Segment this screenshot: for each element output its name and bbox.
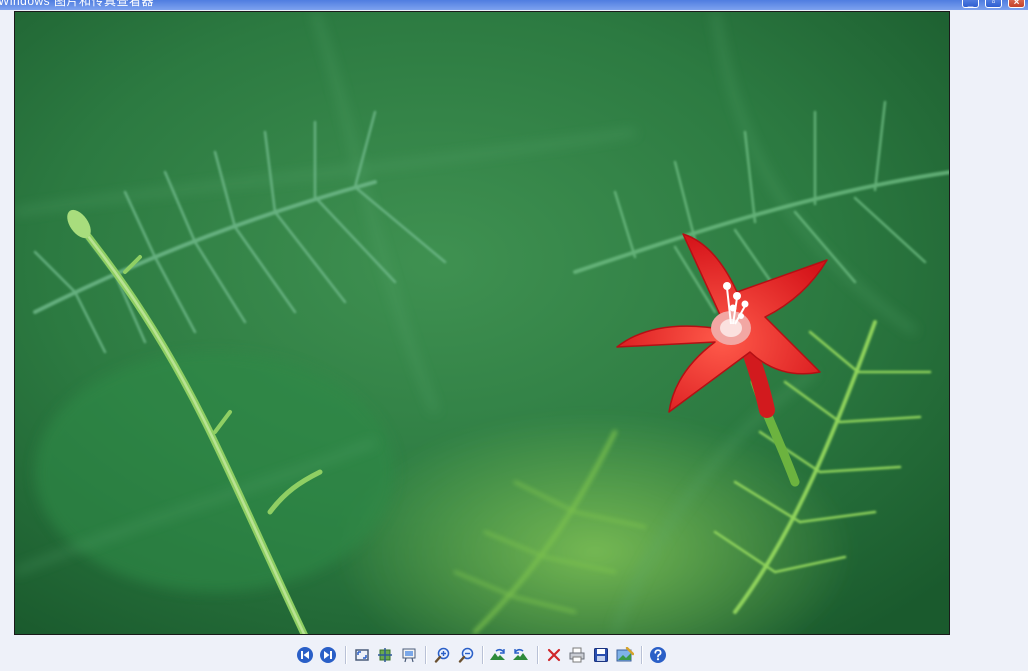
copy-to-button[interactable] — [591, 645, 611, 665]
minimize-button[interactable]: _ — [962, 0, 979, 8]
help-icon — [650, 647, 666, 663]
photo-viewport — [14, 11, 950, 635]
rotate-counterclockwise-icon — [513, 648, 528, 660]
previous-image-button[interactable] — [295, 645, 315, 665]
close-icon: × — [1013, 0, 1020, 8]
print-icon — [569, 647, 585, 663]
open-for-editing-button[interactable] — [615, 645, 635, 665]
slide-show-button[interactable] — [399, 645, 419, 665]
actual-size-icon — [378, 648, 392, 662]
delete-button[interactable] — [544, 645, 564, 665]
maximize-icon: ▫ — [991, 0, 996, 8]
toolbar-separator — [537, 646, 539, 664]
rotate-clockwise-icon — [490, 648, 505, 660]
zoom-in-button[interactable] — [432, 645, 452, 665]
previous-icon — [297, 647, 313, 663]
delete-icon — [547, 648, 561, 662]
slideshow-icon — [402, 648, 416, 663]
print-button[interactable] — [567, 645, 587, 665]
help-button[interactable] — [648, 645, 668, 665]
actual-size-button[interactable] — [375, 645, 395, 665]
minimize-icon: _ — [967, 0, 974, 8]
viewer-toolbar — [0, 641, 1028, 671]
rotate-clockwise-button[interactable] — [488, 645, 508, 665]
save-icon — [594, 648, 608, 662]
zoom-out-button[interactable] — [456, 645, 476, 665]
maximize-button[interactable]: ▫ — [985, 0, 1002, 8]
toolbar-separator — [482, 646, 484, 664]
title-bar: Windows 图片和传真查看器 _ ▫ × — [0, 0, 1028, 10]
zoom-in-icon — [434, 647, 450, 663]
close-button[interactable]: × — [1008, 0, 1025, 8]
next-icon — [320, 647, 336, 663]
window-title: Windows 图片和传真查看器 — [0, 0, 155, 8]
toolbar-separator — [425, 646, 427, 664]
next-image-button[interactable] — [318, 645, 338, 665]
toolbar-separator — [345, 646, 347, 664]
best-fit-icon — [355, 649, 369, 661]
edit-icon — [616, 647, 634, 662]
toolbar-separator — [641, 646, 643, 664]
best-fit-button[interactable] — [352, 645, 372, 665]
zoom-out-icon — [458, 647, 474, 663]
rotate-counterclockwise-button[interactable] — [511, 645, 531, 665]
photo-image — [15, 12, 949, 634]
